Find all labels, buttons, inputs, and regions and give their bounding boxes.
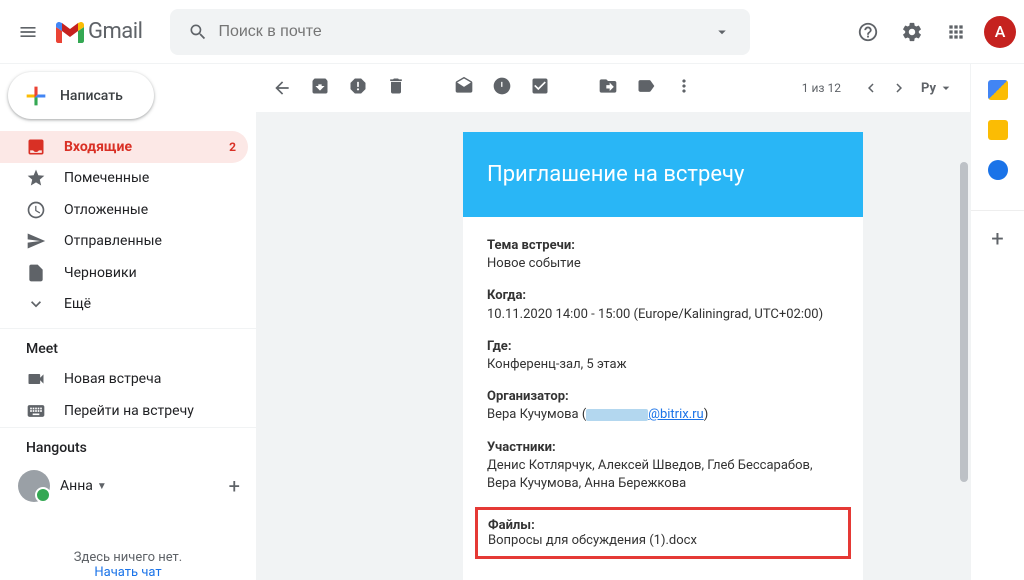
compose-button[interactable]: Написать — [8, 72, 154, 119]
help-icon[interactable] — [848, 12, 888, 52]
chevron-down-icon: ▼ — [97, 481, 107, 492]
spam-icon[interactable] — [348, 76, 368, 100]
account-avatar[interactable]: А — [984, 16, 1016, 48]
participants-value: Денис Котлярчук, Алексей Шведов, Глеб Бе… — [487, 458, 813, 491]
meet-join-label: Перейти на встречу — [64, 403, 194, 419]
sidebar-item-sent[interactable]: Отправленные — [0, 226, 248, 257]
meet-new-label: Новая встреча — [64, 371, 161, 387]
video-icon — [26, 369, 46, 389]
participants-label: Участники: — [487, 439, 839, 457]
archive-icon[interactable] — [310, 76, 330, 100]
sidebar-item-label: Черновики — [64, 265, 137, 281]
send-icon — [26, 231, 46, 251]
where-label: Где: — [487, 338, 839, 356]
move-to-icon[interactable] — [598, 76, 618, 100]
side-panel: + — [970, 64, 1024, 580]
email-body-card: Приглашение на встречу Тема встречи: Нов… — [463, 132, 863, 580]
get-addons-icon[interactable]: + — [971, 210, 1024, 252]
tasks-addon-icon[interactable] — [988, 160, 1008, 180]
prev-page-icon[interactable] — [857, 74, 885, 102]
more-icon[interactable] — [674, 76, 694, 100]
search-icon[interactable] — [178, 12, 218, 52]
sidebar-item-label: Ещё — [64, 296, 91, 312]
main-content: 1 из 12 Ру Приглашение на встречу Тема в… — [256, 64, 970, 580]
next-page-icon[interactable] — [885, 74, 913, 102]
meet-new-meeting[interactable]: Новая встреча — [0, 363, 248, 395]
gmail-logo-icon — [56, 21, 84, 43]
sidebar-item-drafts[interactable]: Черновики — [0, 257, 248, 288]
plus-icon — [20, 80, 52, 112]
compose-label: Написать — [60, 88, 123, 104]
organizer-email-link[interactable]: @bitrix.ru — [648, 407, 703, 422]
hangouts-empty-state: Здесь ничего нет. Начать чат — [0, 550, 256, 580]
star-icon — [26, 168, 46, 188]
sidebar-item-more[interactable]: Ещё — [0, 289, 248, 320]
input-language-selector[interactable]: Ру — [921, 80, 954, 96]
organizer-value: Вера Кучумова (@bitrix.ru) — [487, 407, 708, 422]
inbox-count-badge: 2 — [229, 140, 236, 154]
sidebar-item-label: Входящие — [64, 139, 132, 155]
keyboard-icon — [26, 401, 46, 421]
files-label: Файлы: — [488, 518, 838, 533]
hangouts-current-user[interactable]: Анна ▼ + — [0, 462, 256, 510]
hangouts-user-name: Анна — [60, 478, 93, 494]
page-counter: 1 из 12 — [802, 81, 841, 95]
main-menu-icon[interactable] — [4, 8, 52, 56]
user-presence-icon — [18, 470, 50, 502]
keep-addon-icon[interactable] — [988, 120, 1008, 140]
labels-icon[interactable] — [636, 76, 656, 100]
back-icon[interactable] — [272, 78, 292, 98]
hangouts-add-button[interactable]: + — [229, 474, 240, 498]
meet-section-title: Meet — [0, 329, 256, 363]
where-value: Конференц-зал, 5 этаж — [487, 357, 627, 372]
topic-value: Новое событие — [487, 256, 581, 271]
sidebar: Написать Входящие 2 Помеченные Отложенны… — [0, 64, 256, 580]
email-toolbar: 1 из 12 Ру — [256, 64, 970, 112]
sidebar-item-starred[interactable]: Помеченные — [0, 163, 248, 194]
mark-unread-icon[interactable] — [454, 76, 474, 100]
sidebar-item-inbox[interactable]: Входящие 2 — [0, 131, 248, 162]
when-label: Когда: — [487, 287, 839, 305]
snooze-icon[interactable] — [492, 76, 512, 100]
inbox-icon — [26, 137, 46, 157]
sidebar-item-label: Отправленные — [64, 233, 162, 249]
redacted-email-prefix — [586, 409, 648, 421]
apps-icon[interactable] — [936, 12, 976, 52]
settings-icon[interactable] — [892, 12, 932, 52]
file-attachment-link[interactable]: Вопросы для обсуждения (1).docx — [488, 533, 697, 548]
draft-icon — [26, 263, 46, 283]
sidebar-item-label: Помеченные — [64, 170, 149, 186]
organizer-label: Организатор: — [487, 388, 839, 406]
hangouts-section-title: Hangouts — [0, 428, 256, 462]
gmail-logo[interactable]: Gmail — [56, 19, 142, 44]
files-highlight-box: Файлы: Вопросы для обсуждения (1).docx — [475, 507, 851, 559]
add-to-tasks-icon[interactable] — [530, 76, 550, 100]
search-input[interactable] — [218, 9, 702, 55]
calendar-addon-icon[interactable] — [988, 80, 1008, 100]
search-options-icon[interactable] — [702, 12, 742, 52]
delete-icon[interactable] — [386, 76, 406, 100]
content-scrollbar[interactable] — [960, 162, 968, 482]
gmail-logo-text: Gmail — [88, 19, 142, 44]
sidebar-item-snoozed[interactable]: Отложенные — [0, 194, 248, 225]
start-chat-link[interactable]: Начать чат — [94, 565, 161, 580]
search-bar[interactable] — [170, 9, 750, 55]
when-value: 10.11.2020 14:00 - 15:00 (Europe/Kalinin… — [487, 307, 823, 322]
app-header: Gmail А — [0, 0, 1024, 64]
email-card-title: Приглашение на встречу — [463, 132, 863, 217]
clock-icon — [26, 200, 46, 220]
topic-label: Тема встречи: — [487, 237, 839, 255]
sidebar-item-label: Отложенные — [64, 202, 148, 218]
chevron-down-icon — [26, 294, 46, 314]
meet-join-meeting[interactable]: Перейти на встречу — [0, 395, 248, 427]
